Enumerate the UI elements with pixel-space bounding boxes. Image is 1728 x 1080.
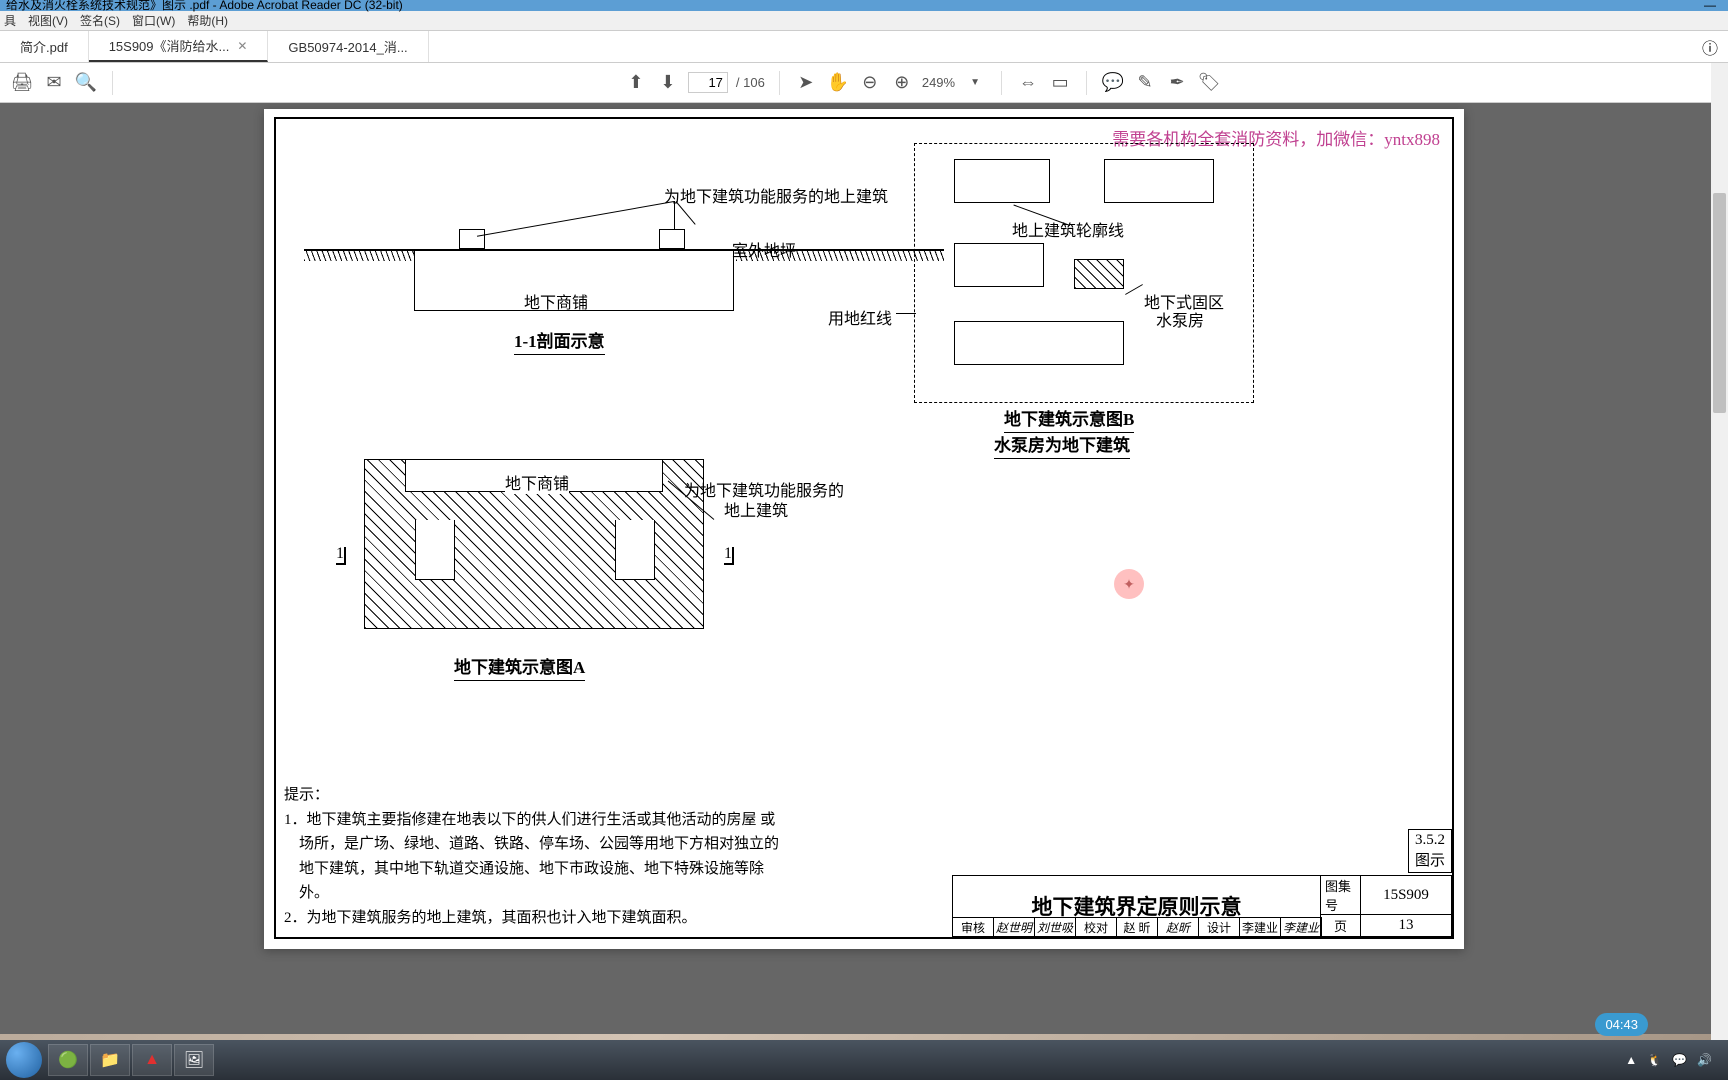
- taskbar: 🟢 📁 ▲ 🖼 ▲ 🐧 💬 🔊: [0, 1040, 1728, 1080]
- fit-width-icon[interactable]: ⇔: [1016, 71, 1040, 95]
- mail-icon[interactable]: ✉: [42, 71, 66, 95]
- tray-chat-icon[interactable]: 💬: [1672, 1053, 1687, 1067]
- scrollbar-thumb[interactable]: [1713, 193, 1726, 413]
- tray-penguin-icon[interactable]: 🐧: [1647, 1053, 1662, 1067]
- zoom-in-icon[interactable]: ⊕: [890, 71, 914, 95]
- print-icon[interactable]: 🖨: [10, 71, 34, 95]
- diagram-b: 地上建筑轮廓线 地下式固区 水泵房: [914, 143, 1284, 403]
- tray-sound-icon[interactable]: 🔊: [1697, 1053, 1712, 1067]
- zoom-dropdown-icon[interactable]: ▼: [963, 71, 987, 95]
- zoom-out-icon[interactable]: ⊖: [858, 71, 882, 95]
- tab-0[interactable]: 简介.pdf: [0, 31, 89, 62]
- menu-view[interactable]: 视图(V): [28, 12, 68, 29]
- highlight-icon[interactable]: ✎: [1133, 71, 1157, 95]
- tab-bar: 简介.pdf 15S909《消防给水...✕ GB50974-2014_消...…: [0, 31, 1728, 63]
- toolbar: 🖨 ✉ 🔍 ⬆ ⬇ / 106 ➤ ✋ ⊖ ⊕ 249% ▼ ⇔ ▭ 💬 ✎ ✒…: [0, 63, 1728, 103]
- hand-icon[interactable]: ✋: [826, 71, 850, 95]
- page-up-icon[interactable]: ⬆: [624, 71, 648, 95]
- diagram-b-title2: 水泵房为地下建筑: [994, 431, 1130, 459]
- timer-badge: 04:43: [1595, 1013, 1648, 1036]
- menu-tools[interactable]: 具: [4, 12, 16, 29]
- tab-2[interactable]: GB50974-2014_消...: [268, 31, 428, 62]
- fit-page-icon[interactable]: ▭: [1048, 71, 1072, 95]
- task-explorer[interactable]: 📁: [90, 1044, 130, 1076]
- task-acrobat[interactable]: ▲: [132, 1044, 172, 1076]
- menu-window[interactable]: 窗口(W): [132, 12, 175, 29]
- notes-block: 提示： 1．地下建筑主要指修建在地表以下的供人们进行生活或其他活动的房屋 或 场…: [284, 784, 804, 931]
- stamp-icon[interactable]: 🏷: [1197, 71, 1221, 95]
- task-app-1[interactable]: 🟢: [48, 1044, 88, 1076]
- vertical-scrollbar[interactable]: [1711, 63, 1728, 1040]
- minimize-button[interactable]: —: [1698, 0, 1722, 11]
- cursor-indicator-icon: ✦: [1114, 569, 1144, 599]
- pointer-icon[interactable]: ➤: [794, 71, 818, 95]
- search-icon[interactable]: 🔍: [74, 71, 98, 95]
- diagram-a-title: 地下建筑示意图A: [454, 653, 585, 681]
- page-number-input[interactable]: [688, 72, 728, 93]
- window-controls: —: [1698, 0, 1722, 11]
- tab-help-icon[interactable]: ⓘ: [1692, 35, 1728, 59]
- diagram-a: 地下商铺: [364, 459, 704, 629]
- zoom-level[interactable]: 249%: [922, 75, 955, 90]
- window-title: 给水及消火栓系统技术规范》图示 .pdf - Adobe Acrobat Rea…: [6, 0, 403, 11]
- document-viewport[interactable]: 需要各机构全套消防资料，加微信：yntx898 为地下建筑功能服务的地上建筑 室…: [0, 103, 1728, 1034]
- tab-close-icon[interactable]: ✕: [237, 39, 247, 53]
- tray-flag-icon[interactable]: ▲: [1625, 1053, 1637, 1067]
- menu-help[interactable]: 帮助(H): [187, 12, 228, 29]
- menu-sign[interactable]: 签名(S): [80, 12, 120, 29]
- task-photos[interactable]: 🖼: [174, 1044, 214, 1076]
- window-titlebar: 给水及消火栓系统技术规范》图示 .pdf - Adobe Acrobat Rea…: [0, 0, 1728, 11]
- page-down-icon[interactable]: ⬇: [656, 71, 680, 95]
- sign-icon[interactable]: ✒: [1165, 71, 1189, 95]
- pdf-page: 需要各机构全套消防资料，加微信：yntx898 为地下建筑功能服务的地上建筑 室…: [264, 109, 1464, 949]
- tab-1[interactable]: 15S909《消防给水...✕: [89, 31, 269, 62]
- comment-icon[interactable]: 💬: [1101, 71, 1125, 95]
- menu-bar: 具 视图(V) 签名(S) 窗口(W) 帮助(H): [0, 11, 1728, 31]
- diagram-section-1-1: 为地下建筑功能服务的地上建筑 室外地坪 地下商铺 1-1剖面示意: [304, 169, 944, 369]
- page-total: / 106: [736, 75, 765, 90]
- start-button[interactable]: [6, 1042, 42, 1078]
- diagram-b-title1: 地下建筑示意图B: [1004, 405, 1134, 433]
- system-tray[interactable]: ▲ 🐧 💬 🔊: [1625, 1053, 1722, 1067]
